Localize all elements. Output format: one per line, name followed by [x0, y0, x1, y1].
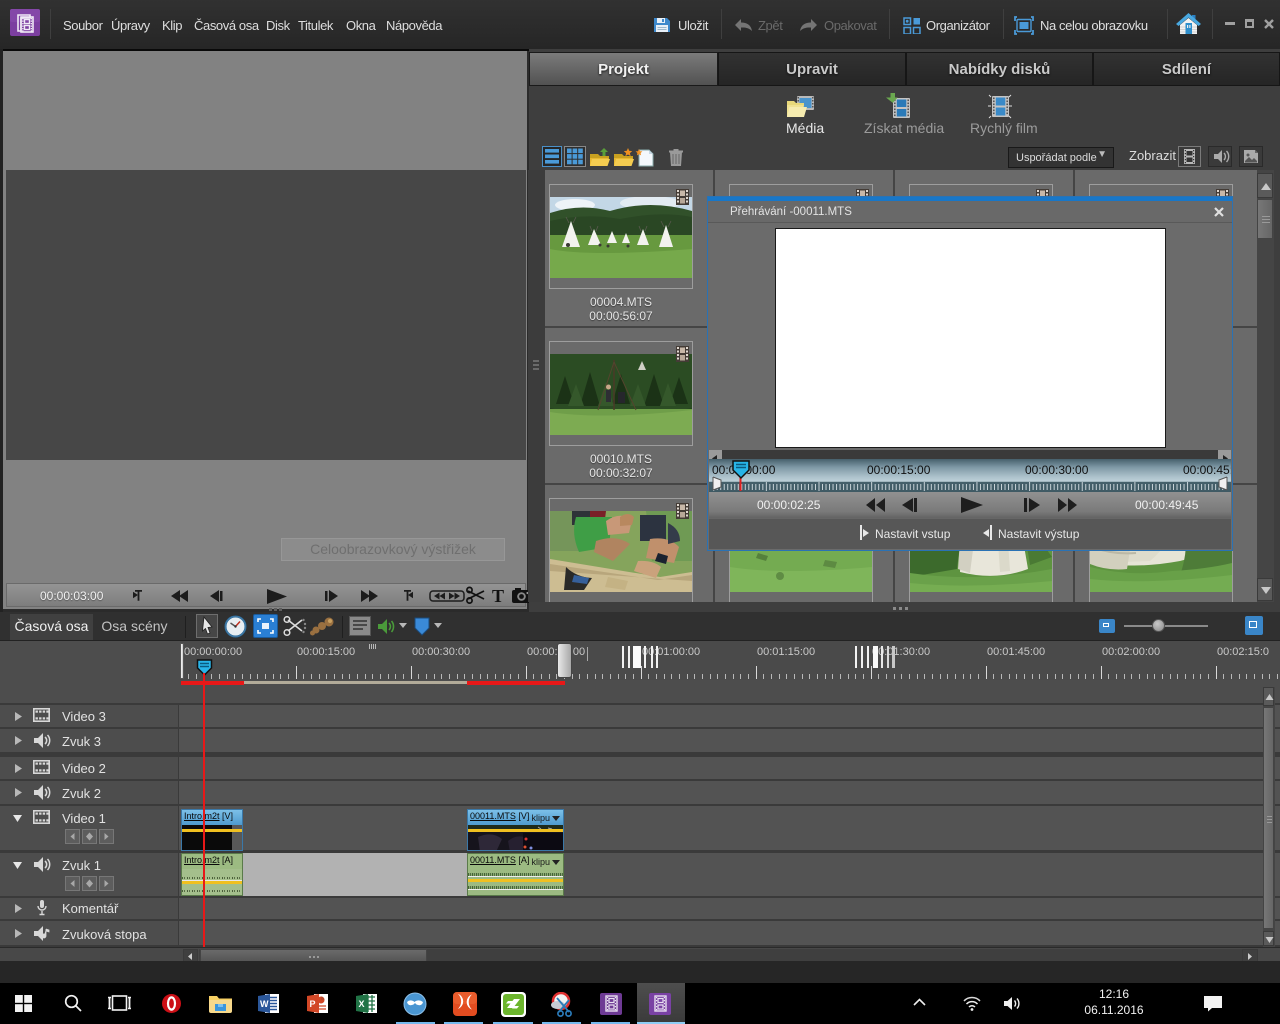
svg-text:W: W — [260, 999, 269, 1009]
svg-text:X: X — [359, 999, 365, 1009]
svg-text:P: P — [310, 999, 316, 1009]
svg-text:T: T — [492, 586, 504, 606]
